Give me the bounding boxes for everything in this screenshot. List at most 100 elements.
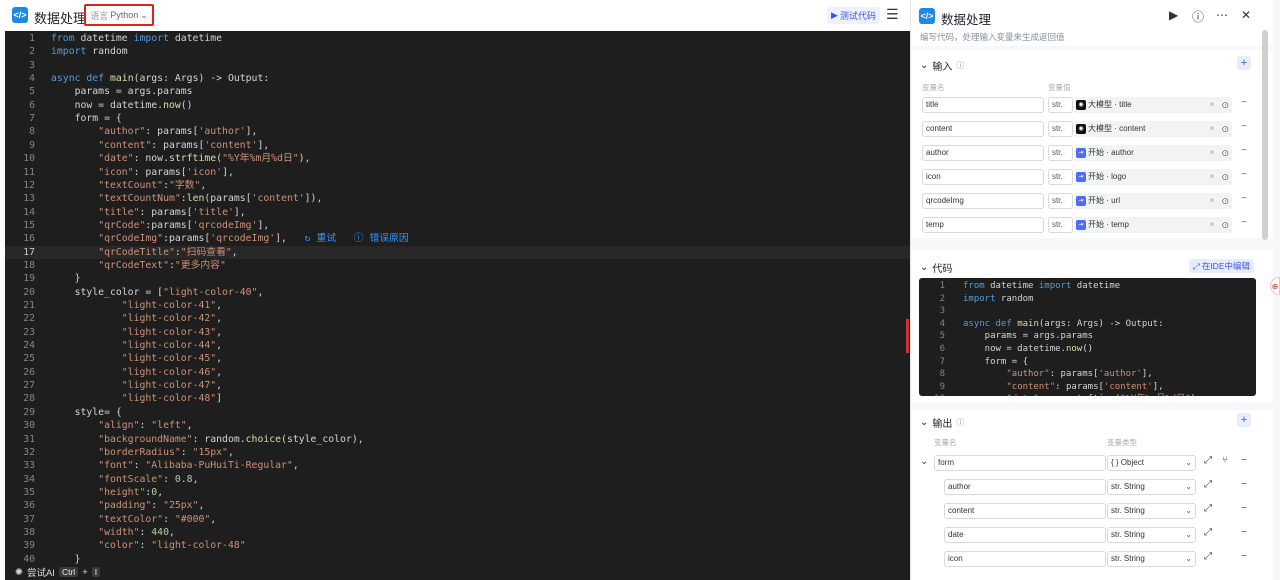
clear-icon[interactable]: × [1209, 145, 1214, 161]
code-line[interactable]: 26 "light-color-46", [5, 366, 910, 379]
add-child-icon[interactable]: ⑂ [1222, 455, 1228, 466]
remove-output-icon[interactable]: − [1241, 551, 1247, 562]
code-preview[interactable]: 1 from datetime import datetime 2 import ra… [919, 278, 1256, 396]
code-line[interactable]: 6 now = datetime.now() [5, 99, 910, 112]
input-type-select[interactable]: str. [1048, 217, 1073, 233]
code-section-title[interactable]: ⌄ 代码 [920, 260, 952, 275]
remove-input-icon[interactable]: − [1241, 217, 1247, 228]
input-reference-select[interactable]: ⇥ 开始 · logo × ⊙ [1074, 169, 1232, 185]
code-line[interactable]: 3 [5, 59, 910, 72]
code-line[interactable]: 37 "textColor": "#000", [5, 513, 910, 526]
code-line[interactable]: 32 "borderRadius": "15px", [5, 446, 910, 459]
code-line[interactable]: 36 "padding": "25px", [5, 499, 910, 512]
target-icon[interactable]: ⊙ [1221, 121, 1229, 137]
code-line[interactable]: 22 "light-color-42", [5, 312, 910, 325]
output-name-field[interactable]: icon [944, 551, 1106, 567]
code-line[interactable]: 21 "light-color-41", [5, 299, 910, 312]
test-code-button[interactable]: ▶ 测试代码 [827, 7, 880, 24]
code-line[interactable]: 19 } [5, 272, 910, 285]
output-section-title[interactable]: ⌄ 输出 ⓘ [920, 415, 964, 430]
expand-icon[interactable]: ⤢ [1204, 479, 1212, 490]
code-line[interactable]: 40 } [5, 553, 910, 564]
output-type-select[interactable]: { } Object ⌄ [1107, 455, 1196, 471]
code-line[interactable]: 9 "content": params['content'], [5, 139, 910, 152]
output-type-select[interactable]: str. String ⌄ [1107, 479, 1196, 495]
help-icon[interactable]: ⓘ [1192, 8, 1204, 25]
input-reference-select[interactable]: ⇥ 开始 · url × ⊙ [1074, 193, 1232, 209]
target-icon[interactable]: ⊙ [1221, 193, 1229, 209]
clear-icon[interactable]: × [1209, 193, 1214, 209]
remove-output-icon[interactable]: − [1241, 479, 1247, 490]
language-select[interactable]: 语言 Python ⌄ [84, 4, 154, 26]
add-output-button[interactable]: + [1237, 413, 1251, 427]
input-type-select[interactable]: str. [1048, 169, 1073, 185]
output-type-select[interactable]: str. String ⌄ [1107, 527, 1196, 543]
input-name-field[interactable]: temp [922, 217, 1044, 233]
input-type-select[interactable]: str. [1048, 145, 1073, 161]
input-type-select[interactable]: str. [1048, 121, 1073, 137]
expand-icon[interactable]: ⤢ [1204, 551, 1212, 562]
expand-icon[interactable]: ⤢ [1204, 455, 1212, 466]
target-icon[interactable]: ⊙ [1221, 145, 1229, 161]
code-line[interactable]: 12 "textCount":"字数", [5, 179, 910, 192]
input-name-field[interactable]: icon [922, 169, 1044, 185]
code-token[interactable]: ↻ 重试 [305, 233, 336, 244]
output-type-select[interactable]: str. String ⌄ [1107, 551, 1196, 567]
remove-output-icon[interactable]: − [1241, 527, 1247, 538]
remove-input-icon[interactable]: − [1241, 169, 1247, 180]
code-line[interactable]: 35 "height":0, [5, 486, 910, 499]
code-line[interactable]: 30 "align": "left", [5, 419, 910, 432]
code-line[interactable]: 8 "author": params['author'], [5, 125, 910, 138]
code-line[interactable]: 38 "width": 440, [5, 526, 910, 539]
code-line[interactable]: 5 params = args.params [5, 85, 910, 98]
code-editor[interactable]: 1 from datetime import datetime 2 import ra… [5, 31, 910, 564]
clear-icon[interactable]: × [1209, 169, 1214, 185]
remove-output-icon[interactable]: − [1241, 455, 1247, 466]
output-type-select[interactable]: str. String ⌄ [1107, 503, 1196, 519]
code-token[interactable]: ⓘ 错误原因 [354, 233, 409, 244]
code-line[interactable]: 4 async def main(args: Args) -> Output: [5, 72, 910, 85]
code-line[interactable]: 29 style= { [5, 406, 910, 419]
clear-icon[interactable]: × [1209, 97, 1214, 113]
target-icon[interactable]: ⊙ [1221, 97, 1229, 113]
expand-chevron-icon[interactable]: ⌄ [920, 456, 928, 467]
close-icon[interactable]: ✕ [1241, 8, 1251, 22]
code-line[interactable]: 2 import random [5, 45, 910, 58]
code-line[interactable]: 31 "backgroundName": random.choice(style… [5, 433, 910, 446]
code-line[interactable]: 13 "textCountNum":len(params['content'])… [5, 192, 910, 205]
input-reference-select[interactable]: ◉ 大模型 · title × ⊙ [1074, 97, 1232, 113]
remove-input-icon[interactable]: − [1241, 97, 1247, 108]
collapse-panel-icon[interactable]: ☰ [886, 6, 899, 23]
more-icon[interactable]: ⋯ [1216, 8, 1228, 22]
output-name-field[interactable]: form [934, 455, 1106, 471]
code-line[interactable]: 10 "date": now.strftime("%Y年%m月%d日"), [5, 152, 910, 165]
code-line[interactable]: 24 "light-color-44", [5, 339, 910, 352]
remove-input-icon[interactable]: − [1241, 193, 1247, 204]
code-line[interactable]: 27 "light-color-47", [5, 379, 910, 392]
code-line[interactable]: 28 "light-color-48"] [5, 392, 910, 405]
expand-icon[interactable]: ⤢ [1204, 503, 1212, 514]
input-reference-select[interactable]: ◉ 大模型 · content × ⊙ [1074, 121, 1232, 137]
ai-hint-bar[interactable]: ✺ 尝试AI Ctrl + I [5, 564, 910, 580]
input-reference-select[interactable]: ⇥ 开始 · temp × ⊙ [1074, 217, 1232, 233]
output-name-field[interactable]: author [944, 479, 1106, 495]
remove-output-icon[interactable]: − [1241, 503, 1247, 514]
code-line[interactable]: 14 "title": params['title'], [5, 206, 910, 219]
expand-icon[interactable]: ⤢ [1204, 527, 1212, 538]
input-name-field[interactable]: content [922, 121, 1044, 137]
code-line[interactable]: 15 "qrCode":params['qrcodeImg'], [5, 219, 910, 232]
input-section-title[interactable]: ⌄ 输入 ⓘ [920, 58, 964, 73]
clear-icon[interactable]: × [1209, 121, 1214, 137]
output-name-field[interactable]: date [944, 527, 1106, 543]
input-name-field[interactable]: qrcodeImg [922, 193, 1044, 209]
code-line[interactable]: 23 "light-color-43", [5, 326, 910, 339]
input-reference-select[interactable]: ⇥ 开始 · author × ⊙ [1074, 145, 1232, 161]
run-icon[interactable]: ▶ [1169, 8, 1178, 22]
code-line[interactable]: 18 "qrCodeText":"更多内容" [5, 259, 910, 272]
input-type-select[interactable]: str. [1048, 97, 1073, 113]
scrollbar[interactable] [1262, 30, 1268, 240]
code-line[interactable]: 16 "qrCodeImg":params['qrcodeImg'], ↻ 重试… [5, 232, 910, 245]
code-line[interactable]: 11 "icon": params['icon'], [5, 166, 910, 179]
node-title[interactable]: 数据处理 [941, 9, 991, 28]
code-line[interactable]: 7 form = { [5, 112, 910, 125]
